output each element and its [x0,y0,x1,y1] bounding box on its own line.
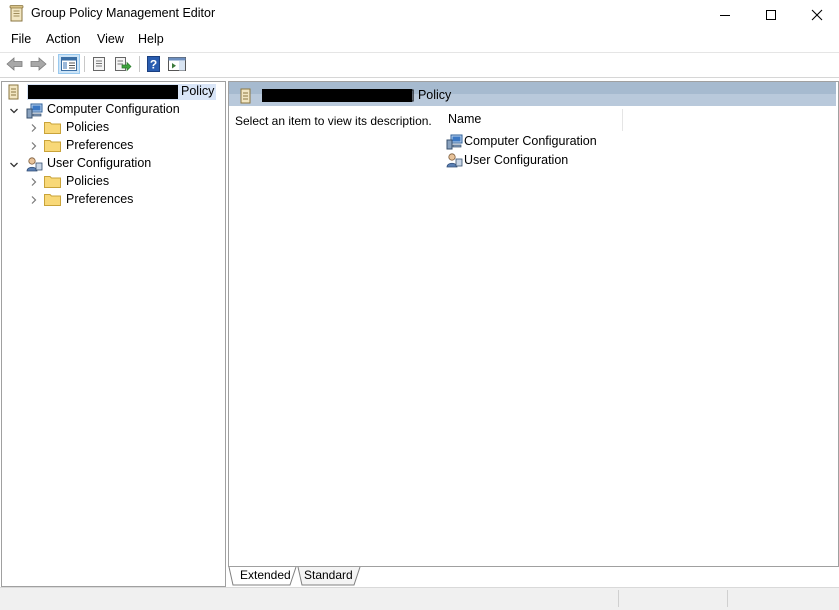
chevron-right-icon[interactable] [29,195,39,205]
properties-icon [93,57,105,71]
minimize-button[interactable] [702,0,748,30]
redacted-text [262,89,412,102]
forward-button[interactable] [28,55,48,73]
show-hide-tree-button[interactable] [58,54,80,74]
tab-extended[interactable]: Extended [240,568,291,585]
svg-text:?: ? [150,58,157,72]
close-button[interactable] [794,0,839,30]
policy-scroll-icon [8,84,19,100]
policy-scroll-icon [9,5,24,22]
properties-button[interactable] [89,55,109,73]
chevron-right-icon[interactable] [29,177,39,187]
list-item[interactable]: Computer Configuration [464,134,597,148]
tree-root-label: Policy [181,84,215,98]
user-config-icon [446,153,463,168]
folder-icon [44,194,61,206]
export-list-icon [115,57,132,72]
policy-scroll-icon [240,88,251,104]
tree-node-computer-policies[interactable]: Policies [66,120,109,138]
forward-arrow-icon [30,57,47,71]
window-title: Group Policy Management Editor [31,6,216,20]
folder-icon [44,122,61,134]
menu-bar [0,30,839,50]
column-header-label: Name [448,112,482,126]
list-item[interactable]: User Configuration [464,153,568,167]
tab-standard[interactable]: Standard [304,568,353,585]
chevron-right-icon[interactable] [29,141,39,151]
status-bar [0,587,839,610]
close-icon [811,9,823,21]
chevron-down-icon[interactable] [9,106,19,116]
details-header-title: ] Policy [411,88,452,102]
tree-node-user-policies[interactable]: Policies [66,174,109,192]
back-button[interactable] [5,55,25,73]
menu-help[interactable]: Help [138,32,164,46]
minimize-icon [720,15,730,16]
show-action-pane-icon [168,57,186,71]
help-icon: ? [147,56,160,72]
user-config-icon [26,157,43,172]
chevron-down-icon[interactable] [9,160,19,170]
computer-config-icon [446,134,463,150]
folder-icon [44,140,61,152]
export-list-button[interactable] [113,55,133,73]
menu-file[interactable]: File [11,32,31,46]
back-arrow-icon [6,57,23,71]
tree-node-computer-preferences[interactable]: Preferences [66,138,133,156]
status-separator [618,590,619,607]
menu-view[interactable]: View [97,32,124,46]
computer-config-icon [26,103,43,119]
toolbar-separator [84,56,85,72]
help-button[interactable]: ? [144,55,164,73]
tree-node-computer-configuration[interactable]: Computer Configuration [47,102,180,120]
redacted-text [28,85,178,99]
tree-node-user-preferences[interactable]: Preferences [66,192,133,210]
maximize-icon [766,10,776,20]
show-hide-tree-icon [61,57,77,71]
maximize-button[interactable] [748,0,794,30]
tree-node-user-configuration[interactable]: User Configuration [47,156,151,174]
status-separator [727,590,728,607]
toolbar-separator [139,56,140,72]
description-text: Select an item to view its description. [235,114,432,128]
folder-icon [44,176,61,188]
show-action-pane-button[interactable] [167,55,187,73]
menu-action[interactable]: Action [46,32,81,46]
toolbar-separator [53,56,54,72]
chevron-right-icon[interactable] [29,123,39,133]
